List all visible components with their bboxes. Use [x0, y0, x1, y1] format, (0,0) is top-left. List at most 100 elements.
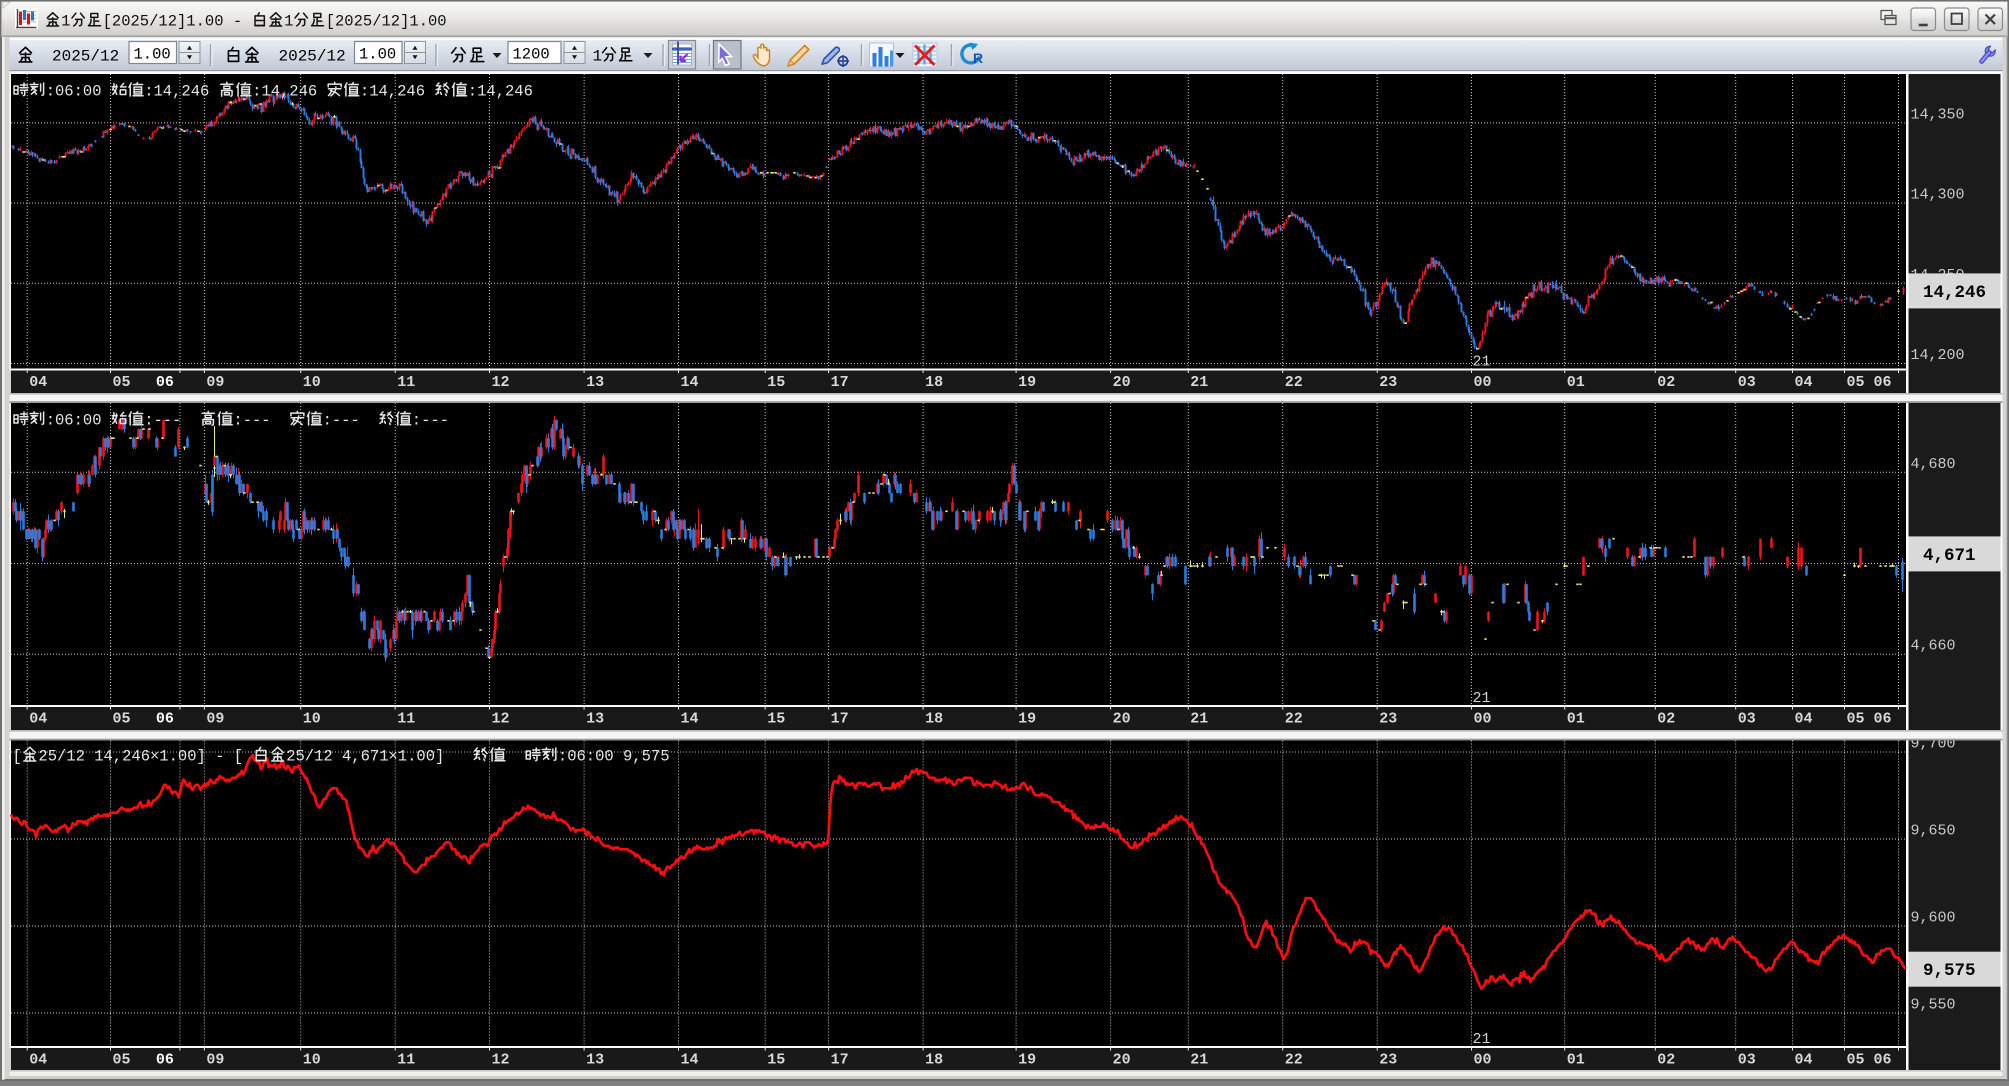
svg-text::14,246: :14,246 [252, 83, 317, 101]
svg-text:00: 00 [1474, 374, 1492, 391]
svg-text:10: 10 [303, 711, 321, 728]
svg-text:14,350: 14,350 [1911, 106, 1965, 123]
svg-text:18: 18 [925, 374, 943, 391]
svg-text:[2025/12]1.00: [2025/12]1.00 [326, 13, 447, 31]
svg-text:4,671: 4,671 [1923, 546, 1976, 566]
svg-text:25/12 14,246×1.00] - [: 25/12 14,246×1.00] - [ [38, 748, 243, 766]
svg-text:22: 22 [1285, 374, 1303, 391]
svg-text:14: 14 [681, 374, 699, 391]
svg-text:14,300: 14,300 [1911, 187, 1965, 204]
svg-text:05: 05 [1847, 374, 1865, 391]
svg-text:4,660: 4,660 [1911, 638, 1956, 655]
svg-text:19: 19 [1018, 711, 1036, 728]
svg-text::---: :--- [412, 412, 449, 430]
svg-text:19: 19 [1018, 1052, 1036, 1069]
svg-text::---: :--- [233, 412, 270, 430]
svg-text:23: 23 [1379, 1052, 1397, 1069]
svg-text:11: 11 [397, 1052, 415, 1069]
svg-text:9,550: 9,550 [1911, 997, 1956, 1014]
svg-text:21: 21 [1190, 711, 1208, 728]
svg-text::---: :--- [144, 412, 181, 430]
svg-text:14,200: 14,200 [1911, 347, 1965, 364]
svg-text:05: 05 [1847, 711, 1865, 728]
svg-text:01: 01 [1567, 374, 1585, 391]
svg-text:23: 23 [1379, 374, 1397, 391]
svg-text:2025/12: 2025/12 [52, 48, 119, 66]
svg-text:1200: 1200 [513, 46, 550, 64]
svg-text:04: 04 [1795, 1052, 1813, 1069]
svg-text:09: 09 [206, 711, 224, 728]
svg-text:10: 10 [303, 374, 321, 391]
svg-text:19: 19 [1018, 374, 1036, 391]
svg-text:23: 23 [1379, 711, 1397, 728]
svg-text:22: 22 [1285, 711, 1303, 728]
svg-text:9,600: 9,600 [1911, 910, 1956, 927]
svg-text::14,246: :14,246 [468, 83, 533, 101]
svg-text:03: 03 [1738, 374, 1756, 391]
svg-text:21: 21 [1473, 354, 1491, 371]
svg-text:04: 04 [1795, 711, 1813, 728]
svg-text:12: 12 [492, 374, 510, 391]
svg-text:4,680: 4,680 [1911, 456, 1956, 473]
svg-text::14,246: :14,246 [144, 83, 209, 101]
svg-text:15: 15 [767, 711, 785, 728]
svg-text:1.00: 1.00 [134, 46, 171, 64]
svg-text:13: 13 [586, 711, 604, 728]
svg-text::14,246: :14,246 [360, 83, 425, 101]
svg-text:12: 12 [492, 711, 510, 728]
svg-text:21: 21 [1473, 690, 1491, 707]
svg-text:02: 02 [1657, 711, 1675, 728]
svg-text:04: 04 [29, 374, 47, 391]
svg-text:06: 06 [1874, 1052, 1892, 1069]
svg-text:17: 17 [831, 374, 849, 391]
svg-text:20: 20 [1113, 1052, 1131, 1069]
svg-text::06:00: :06:00 [46, 412, 102, 430]
svg-text:20: 20 [1113, 374, 1131, 391]
svg-text:09: 09 [206, 1052, 224, 1069]
svg-text:1: 1 [593, 48, 603, 66]
svg-text:[: [ [13, 748, 22, 766]
svg-text::06:00 9,575: :06:00 9,575 [558, 748, 670, 766]
svg-text:1.00: 1.00 [359, 46, 396, 64]
svg-text:14,246: 14,246 [1923, 283, 1986, 303]
svg-text:21: 21 [1473, 1031, 1491, 1048]
svg-text:10: 10 [303, 1052, 321, 1069]
svg-text:03: 03 [1738, 711, 1756, 728]
svg-text:05: 05 [1847, 1052, 1865, 1069]
svg-text:06: 06 [1874, 711, 1892, 728]
svg-text:06: 06 [156, 711, 174, 728]
svg-text:9,650: 9,650 [1911, 823, 1956, 840]
svg-text:15: 15 [767, 1052, 785, 1069]
svg-text:2025/12: 2025/12 [279, 48, 346, 66]
svg-text::06:00: :06:00 [46, 83, 102, 101]
svg-text:13: 13 [586, 1052, 604, 1069]
svg-text:21: 21 [1190, 374, 1208, 391]
svg-text:1: 1 [284, 13, 293, 31]
svg-text:14: 14 [681, 711, 699, 728]
svg-text:02: 02 [1657, 374, 1675, 391]
svg-text:05: 05 [113, 711, 131, 728]
svg-text:[2025/12]1.00 -: [2025/12]1.00 - [103, 13, 243, 31]
svg-text:01: 01 [1567, 1052, 1585, 1069]
svg-text:9,575: 9,575 [1923, 961, 1976, 981]
svg-text:1: 1 [61, 13, 70, 31]
svg-text:18: 18 [925, 1052, 943, 1069]
svg-text:22: 22 [1285, 1052, 1303, 1069]
svg-text:04: 04 [1795, 374, 1813, 391]
svg-text:05: 05 [113, 374, 131, 391]
svg-text:25/12 4,671×1.00]: 25/12 4,671×1.00] [286, 748, 444, 766]
svg-text:11: 11 [397, 374, 415, 391]
svg-text:17: 17 [831, 1052, 849, 1069]
svg-text:21: 21 [1190, 1052, 1208, 1069]
svg-text:06: 06 [156, 1052, 174, 1069]
svg-text:04: 04 [29, 711, 47, 728]
svg-text:R: R [973, 50, 983, 66]
svg-text:03: 03 [1738, 1052, 1756, 1069]
svg-text:05: 05 [113, 1052, 131, 1069]
svg-text:06: 06 [156, 374, 174, 391]
svg-text:17: 17 [831, 711, 849, 728]
svg-text:11: 11 [397, 711, 415, 728]
svg-text:02: 02 [1657, 1052, 1675, 1069]
svg-text:04: 04 [29, 1052, 47, 1069]
svg-text:00: 00 [1474, 1052, 1492, 1069]
